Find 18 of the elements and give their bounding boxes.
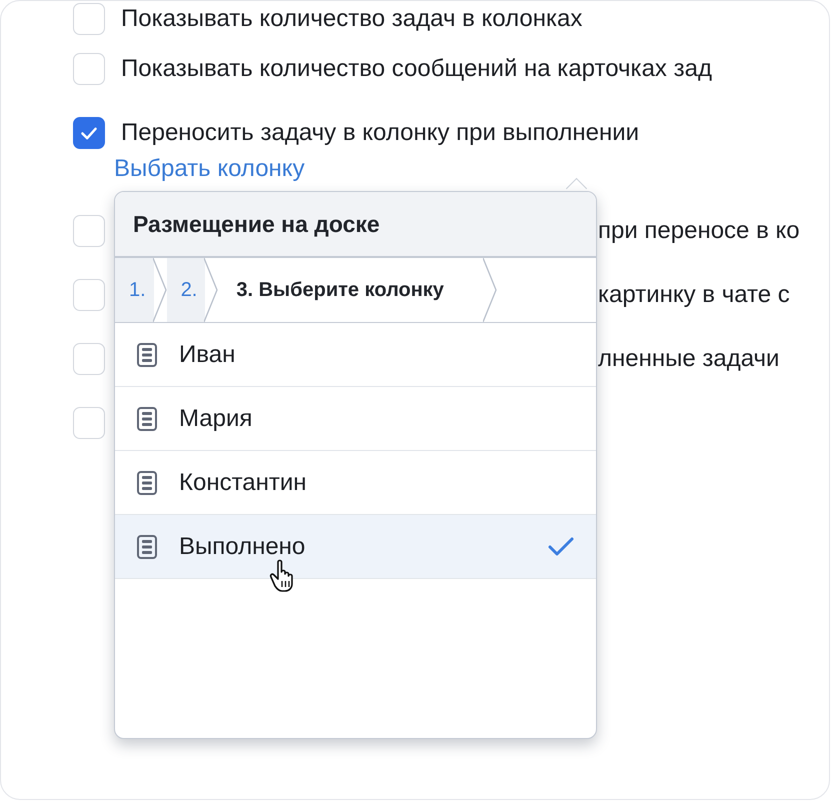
list-icon [137, 470, 157, 494]
list-icon [137, 342, 157, 366]
column-item[interactable]: Иван [115, 323, 596, 387]
breadcrumb-step[interactable]: 1. [115, 258, 154, 322]
checkbox[interactable] [73, 117, 105, 149]
column-item[interactable]: Мария [115, 387, 596, 451]
setting-label: Показывать количество задач в колонках [121, 5, 582, 33]
list-icon [137, 534, 157, 558]
list-icon [137, 406, 157, 430]
breadcrumb-step[interactable]: 2. [166, 258, 206, 322]
checkmark-icon [548, 537, 574, 557]
setting-label: Показывать количество сообщений на карточках зад [121, 55, 712, 83]
setting-label: при переносе в ко [598, 217, 800, 245]
setting-label: картинку в чате с [598, 281, 790, 309]
choose-column-link[interactable]: Выбрать колонку [114, 155, 305, 183]
panel-title: Размещение на доске [133, 210, 380, 238]
setting-label: лненные задачи [598, 345, 780, 373]
setting-label: Переносить задачу в колонку при выполнении [121, 119, 640, 147]
